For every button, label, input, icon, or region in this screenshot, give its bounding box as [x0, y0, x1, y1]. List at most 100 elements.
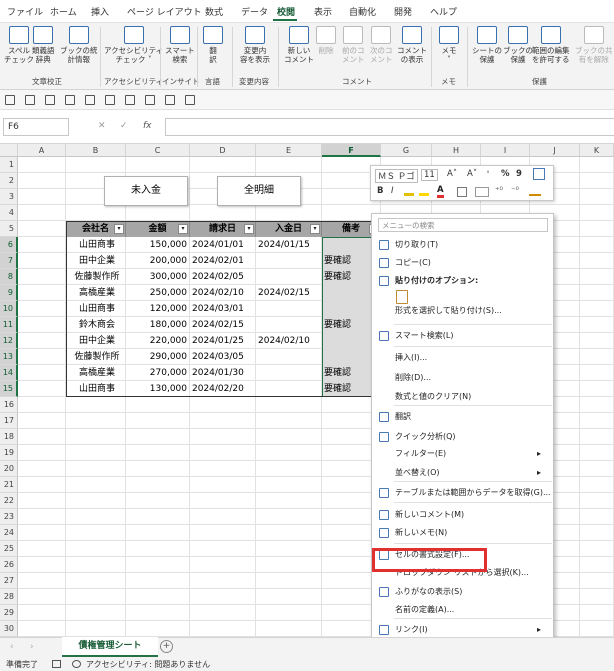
tab-help[interactable]: ヘルプ	[430, 5, 457, 18]
font-name-select[interactable]: ＭＳ Ｐゴ	[375, 169, 418, 183]
tab-data[interactable]: データ	[241, 5, 268, 18]
menu-item-insert[interactable]: 挿入(I)...	[372, 349, 553, 367]
menu-item-new-note[interactable]: 新しいメモ(N)	[372, 524, 553, 542]
font-size-select[interactable]: 11	[421, 169, 438, 181]
all-details-button[interactable]: 全明細	[217, 176, 301, 206]
row-header[interactable]: 14	[0, 365, 18, 381]
accessibility-check-button[interactable]: アクセシビリティ チェック ˅	[104, 26, 163, 64]
scroll-left-icon[interactable]: ‹	[10, 642, 14, 652]
table-cell[interactable]: 2024/01/25	[190, 333, 256, 349]
workbook-stats-button[interactable]: ブックの統 計情報	[60, 26, 98, 64]
table-cell[interactable]	[256, 301, 322, 317]
name-box[interactable]: F6	[3, 118, 69, 136]
currency-button[interactable]: ﾟ	[487, 169, 491, 181]
table-cell[interactable]: 220,000	[126, 333, 190, 349]
select-all-corner[interactable]	[0, 144, 18, 157]
table-cell[interactable]: 高橋産業	[66, 285, 126, 301]
cancel-icon[interactable]: ✕	[98, 121, 106, 131]
column-header[interactable]: H	[432, 144, 481, 157]
allow-edit-ranges-button[interactable]: 範囲の編集 を許可する	[532, 26, 570, 64]
table-cell[interactable]: 山田商事	[66, 381, 126, 397]
protect-sheet-button[interactable]: シートの 保護	[472, 26, 502, 64]
menu-search-input[interactable]: メニューの検索	[378, 218, 548, 232]
unshare-workbook-button[interactable]: ブックの共 有を解除	[575, 26, 613, 64]
column-header[interactable]: J	[530, 144, 580, 157]
row-header[interactable]: 30	[0, 621, 18, 637]
menu-item-define-name[interactable]: 名前の定義(A)...	[372, 601, 553, 619]
row-header[interactable]: 20	[0, 461, 18, 477]
tab-home[interactable]: ホーム	[50, 5, 77, 18]
table-cell[interactable]: 2024/02/10	[256, 333, 322, 349]
new-comment-button[interactable]: 新しい コメント	[284, 26, 314, 64]
delete-comment-button[interactable]: 削除	[316, 26, 336, 55]
filter-dropdown-icon[interactable]: ▾	[114, 224, 124, 234]
table-cell[interactable]: 150,000	[126, 237, 190, 253]
format-painter-icon[interactable]	[529, 186, 541, 196]
fill-color-icon[interactable]	[419, 187, 429, 196]
menu-item-clear-contents[interactable]: 数式と値のクリア(N)	[372, 388, 553, 406]
filter-dropdown-icon[interactable]: ▾	[244, 224, 254, 234]
table-cell[interactable]: 300,000	[126, 269, 190, 285]
row-header[interactable]: 19	[0, 445, 18, 461]
table-cell[interactable]: 180,000	[126, 317, 190, 333]
comma-button[interactable]: 9	[516, 169, 522, 179]
show-comments-button[interactable]: コメント の表示	[397, 26, 427, 64]
row-header[interactable]: 9	[0, 285, 18, 301]
table-cell[interactable]: 山田商事	[66, 301, 126, 317]
scroll-right-icon[interactable]: ›	[30, 642, 34, 652]
menu-item-translate[interactable]: 翻訳	[372, 408, 553, 426]
column-header[interactable]: I	[481, 144, 530, 157]
column-header[interactable]: A	[18, 144, 66, 157]
undo-icon[interactable]	[125, 95, 135, 105]
row-header[interactable]: 16	[0, 397, 18, 413]
table-cell[interactable]: 250,000	[126, 285, 190, 301]
notes-button[interactable]: メモ ˅	[439, 26, 459, 64]
open-icon[interactable]	[65, 95, 75, 105]
table-cell[interactable]: 270,000	[126, 365, 190, 381]
table-cell[interactable]	[256, 365, 322, 381]
row-header[interactable]: 6	[0, 237, 18, 253]
next-comment-button[interactable]: 次のコ メント	[370, 26, 393, 64]
merge-center-icon[interactable]	[475, 187, 489, 197]
filter-dropdown-icon[interactable]: ▾	[310, 224, 320, 234]
column-header[interactable]: E	[256, 144, 322, 157]
table-cell[interactable]: 2024/02/20	[190, 381, 256, 397]
tab-automate[interactable]: 自動化	[349, 5, 376, 18]
table-cell[interactable]: 2024/02/15	[256, 285, 322, 301]
decrease-decimal-icon[interactable]: ⁻⁰	[511, 186, 519, 196]
row-header[interactable]: 1	[0, 157, 18, 173]
table-cell[interactable]: 田中企業	[66, 253, 126, 269]
spell-check-button[interactable]: スペル チェック	[4, 26, 34, 64]
bold-button[interactable]: B	[377, 186, 383, 196]
table-cell[interactable]: 佐藤製作所	[66, 269, 126, 285]
font-color-icon[interactable]: A	[437, 186, 444, 198]
table-cell[interactable]	[256, 381, 322, 397]
screenshot-icon[interactable]	[185, 95, 195, 105]
row-header[interactable]: 2	[0, 173, 18, 189]
row-header[interactable]: 22	[0, 493, 18, 509]
menu-item-copy[interactable]: コピー(C)	[372, 254, 553, 272]
table-cell[interactable]: 120,000	[126, 301, 190, 317]
table-cell[interactable]: 2024/03/01	[190, 301, 256, 317]
translate-button[interactable]: 翻 訳	[203, 26, 223, 64]
menu-item-sort[interactable]: 並べ替え(O) ▸	[372, 464, 553, 482]
table-cell[interactable]	[256, 253, 322, 269]
column-header[interactable]: K	[580, 144, 614, 157]
italic-button[interactable]: I	[391, 186, 394, 196]
table-cell[interactable]: 2024/01/15	[256, 237, 322, 253]
menu-item-smart-lookup[interactable]: スマート検索(L)	[372, 327, 553, 345]
format-table-icon[interactable]	[533, 168, 545, 180]
tab-formulas[interactable]: 数式	[205, 5, 223, 18]
menu-item-show-phonetic[interactable]: ふりがなの表示(S)	[372, 583, 553, 601]
enter-icon[interactable]: ✓	[120, 121, 128, 131]
print-preview-icon[interactable]	[105, 95, 115, 105]
save-as-icon[interactable]	[45, 95, 55, 105]
row-header[interactable]: 15	[0, 381, 18, 397]
unpaid-button[interactable]: 未入金	[104, 176, 188, 206]
table-cell[interactable]	[256, 317, 322, 333]
row-header[interactable]: 25	[0, 541, 18, 557]
tab-developer[interactable]: 開発	[394, 5, 412, 18]
table-cell[interactable]: 2024/01/01	[190, 237, 256, 253]
print-icon[interactable]	[85, 95, 95, 105]
column-header[interactable]: G	[381, 144, 432, 157]
